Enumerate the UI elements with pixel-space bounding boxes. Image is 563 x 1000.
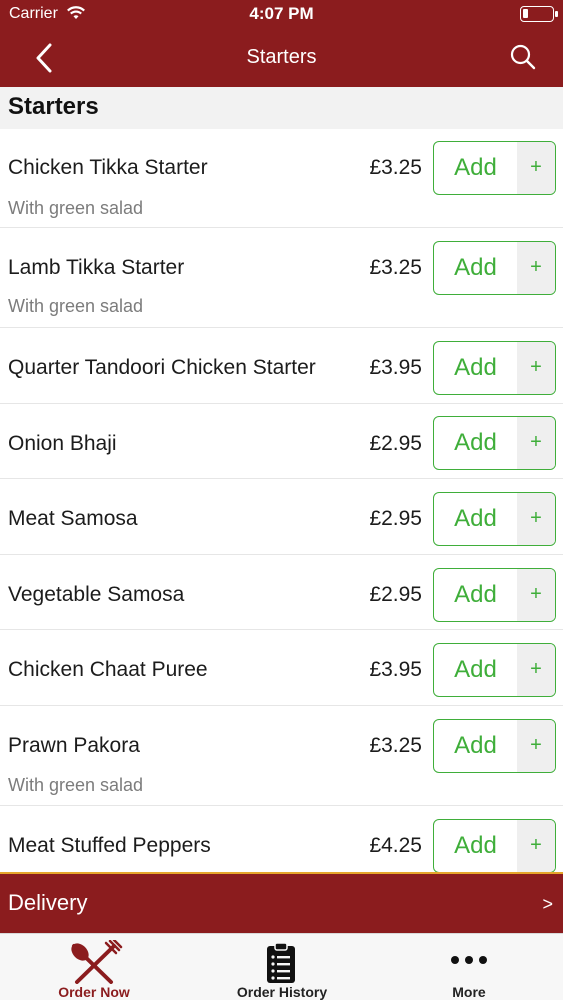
top-header: Carrier 4:07 PM Starters: [0, 0, 563, 87]
search-icon: [510, 44, 536, 70]
chevron-right-icon: >: [542, 894, 553, 914]
tab-order-history[interactable]: Order History: [188, 934, 376, 1000]
add-button-label: Add: [454, 429, 497, 456]
item-name: Lamb Tikka Starter: [8, 256, 185, 279]
add-button[interactable]: Add +: [433, 719, 556, 773]
add-button[interactable]: Add +: [433, 819, 556, 872]
section-title: Starters: [8, 93, 99, 120]
list-item: Meat Samosa £2.95 Add +: [0, 479, 563, 555]
menu-list: Chicken Tikka Starter With green salad £…: [0, 129, 563, 872]
add-button[interactable]: Add +: [433, 341, 556, 395]
status-bar: Carrier 4:07 PM: [0, 0, 563, 30]
tab-order-now[interactable]: Order Now: [0, 934, 188, 1000]
tab-label: More: [452, 984, 486, 1000]
battery-icon: [520, 6, 558, 22]
fork-knife-icon: [71, 940, 123, 984]
item-name: Onion Bhaji: [8, 432, 117, 455]
item-name: Prawn Pakora: [8, 734, 140, 757]
add-button-label: Add: [454, 581, 497, 608]
tab-label: Order History: [236, 984, 328, 1000]
clock: 4:07 PM: [249, 4, 314, 23]
plus-icon: +: [517, 242, 555, 294]
item-name: Meat Samosa: [8, 507, 138, 530]
add-button[interactable]: Add +: [433, 141, 556, 195]
plus-icon: +: [517, 820, 555, 872]
list-item: Onion Bhaji £2.95 Add +: [0, 404, 563, 479]
plus-icon: +: [517, 417, 555, 469]
plus-icon: +: [517, 569, 555, 621]
section-header: Starters: [0, 87, 563, 129]
plus-icon: +: [517, 342, 555, 394]
list-item: Prawn Pakora With green salad £3.25 Add …: [0, 706, 563, 806]
item-price: £4.25: [369, 834, 422, 857]
list-item: Lamb Tikka Starter With green salad £3.2…: [0, 228, 563, 328]
list-item: Chicken Chaat Puree £3.95 Add +: [0, 630, 563, 706]
plus-icon: +: [517, 720, 555, 772]
add-button-label: Add: [454, 354, 497, 381]
add-button[interactable]: Add +: [433, 241, 556, 295]
item-price: £3.25: [369, 256, 422, 279]
item-description: With green salad: [8, 198, 144, 218]
item-name: Chicken Chaat Puree: [8, 658, 208, 681]
item-name: Quarter Tandoori Chicken Starter: [8, 356, 316, 379]
more-dots-icon: [451, 956, 487, 964]
add-button-label: Add: [454, 656, 497, 683]
plus-icon: +: [517, 644, 555, 696]
tab-label: Order Now: [58, 984, 130, 1000]
item-name: Vegetable Samosa: [8, 583, 185, 606]
plus-icon: +: [517, 493, 555, 545]
item-name: Meat Stuffed Peppers: [8, 834, 211, 857]
item-price: £3.25: [369, 156, 422, 179]
item-description: With green salad: [8, 775, 144, 795]
list-item: Meat Stuffed Peppers £4.25 Add +: [0, 806, 563, 872]
item-price: £2.95: [369, 507, 422, 530]
item-price: £2.95: [369, 432, 422, 455]
item-price: £3.95: [369, 356, 422, 379]
list-item: Chicken Tikka Starter With green salad £…: [0, 129, 563, 228]
add-button-label: Add: [454, 732, 497, 759]
nav-bar: Starters: [0, 30, 563, 87]
item-description: With green salad: [8, 296, 144, 316]
add-button[interactable]: Add +: [433, 416, 556, 470]
tab-bar: Order Now Order History More: [0, 933, 563, 1000]
add-button-label: Add: [454, 154, 497, 181]
item-name: Chicken Tikka Starter: [8, 156, 208, 179]
list-item: Vegetable Samosa £2.95 Add +: [0, 555, 563, 630]
item-price: £2.95: [369, 583, 422, 606]
delivery-label: Delivery: [8, 890, 88, 915]
search-button[interactable]: [509, 43, 537, 71]
add-button-label: Add: [454, 832, 497, 859]
tab-more[interactable]: More: [375, 934, 563, 1000]
add-button[interactable]: Add +: [433, 492, 556, 546]
item-price: £3.95: [369, 658, 422, 681]
plus-icon: +: [517, 142, 555, 194]
delivery-bar[interactable]: Delivery >: [0, 872, 563, 933]
add-button[interactable]: Add +: [433, 568, 556, 622]
add-button[interactable]: Add +: [433, 643, 556, 697]
add-button-label: Add: [454, 505, 497, 532]
page-title: Starters: [246, 46, 317, 68]
item-price: £3.25: [369, 734, 422, 757]
add-button-label: Add: [454, 254, 497, 281]
clipboard-icon: [267, 942, 295, 983]
list-item: Quarter Tandoori Chicken Starter £3.95 A…: [0, 328, 563, 404]
